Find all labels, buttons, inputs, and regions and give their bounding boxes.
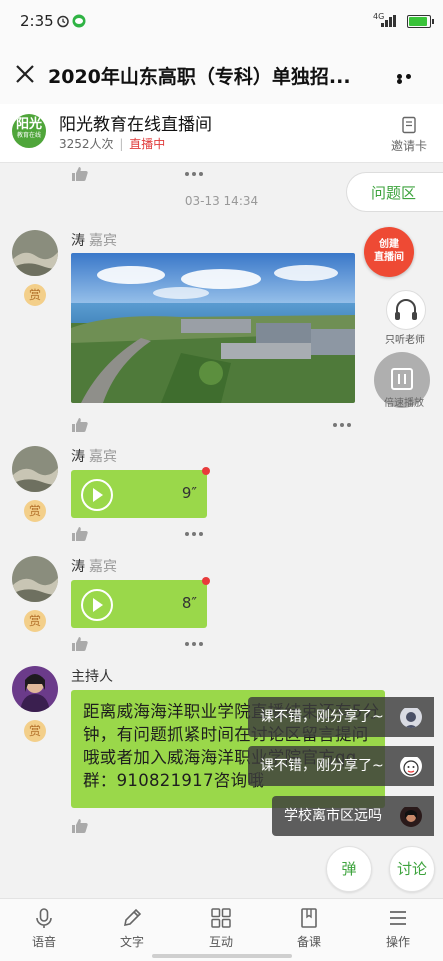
nav-label: 语音 [31, 935, 56, 949]
live-status: 直播中 [129, 137, 166, 151]
commenter-avatar [400, 706, 422, 728]
nav-label: 文字 [119, 935, 144, 949]
danmaku-comment[interactable]: 课不错，刚分享了~ [248, 746, 434, 786]
room-header: 阳光 教育在线 阳光教育在线直播间 3252人次 | 直播中 邀请卡 [0, 104, 443, 163]
sender-name: 涛嘉宾 [71, 556, 117, 576]
more-options-icon[interactable] [185, 172, 207, 176]
more-options-icon[interactable] [333, 423, 355, 427]
viewer-count: 3252人次 [59, 137, 114, 151]
reward-badge[interactable]: 赏 [24, 720, 46, 742]
play-icon[interactable] [81, 479, 113, 511]
nav-label: 备课 [296, 935, 321, 949]
listen-teacher-button[interactable] [386, 290, 426, 330]
like-icon[interactable] [71, 636, 89, 652]
nav-label: 互动 [208, 935, 233, 949]
alarm-icon [57, 15, 69, 28]
pencil-icon [123, 908, 142, 927]
commenter-avatar [400, 755, 422, 777]
host-avatar[interactable] [12, 666, 58, 712]
commenter-avatar [400, 805, 422, 827]
menu-icon [390, 911, 406, 925]
message-image[interactable] [71, 253, 355, 403]
like-icon[interactable] [71, 417, 89, 433]
guest-avatar-image [12, 446, 58, 492]
invite-card-label: 邀请卡 [390, 139, 427, 153]
reward-badge[interactable]: 赏 [24, 610, 46, 632]
speed-play-label: 倍速播放 [384, 398, 424, 409]
status-time: 2:35 [20, 12, 54, 30]
room-name[interactable]: 阳光教育在线直播间 [59, 110, 212, 135]
more-options-icon[interactable] [397, 74, 421, 84]
sender-role: 嘉宾 [89, 559, 117, 575]
danmaku-text: 课不错，刚分享了~ [260, 709, 384, 725]
voice-message[interactable]: 8″ [71, 577, 210, 628]
stats-separator: | [119, 137, 124, 151]
host-avatar-image [12, 666, 58, 712]
create-room-button[interactable]: 创建 直播间 [364, 227, 414, 277]
nav-item-voice[interactable]: 语音 [14, 907, 74, 950]
unread-dot [202, 577, 210, 585]
unread-dot [202, 467, 210, 475]
create-room-label-1: 创建 [379, 239, 399, 250]
reward-badge[interactable]: 赏 [24, 284, 46, 306]
more-options-icon[interactable] [185, 532, 207, 536]
room-stats: 3252人次 | 直播中 [59, 135, 165, 152]
sender-name: 涛嘉宾 [71, 446, 117, 466]
room-logo-text: 阳光 [15, 117, 42, 132]
danmaku-toggle-button[interactable]: 弹 [326, 846, 372, 892]
danmaku-text: 学校离市区远吗 [284, 808, 382, 824]
discussion-button[interactable]: 讨论 [389, 846, 435, 892]
like-icon[interactable] [71, 818, 89, 834]
qa-area-tab[interactable]: 问题区 [346, 172, 443, 212]
sender-nickname: 涛 [71, 449, 85, 465]
voice-duration: 8″ [181, 594, 197, 612]
nav-label: 操作 [385, 935, 410, 949]
title-bar: 2020年山东高职（专科）单独招... [0, 44, 443, 104]
book-icon [301, 908, 317, 928]
danmaku-comment[interactable]: 课不错，刚分享了~ [248, 697, 434, 737]
avatar[interactable] [12, 556, 58, 602]
invite-card-icon [402, 116, 416, 134]
avatar[interactable] [12, 446, 58, 492]
like-icon[interactable] [71, 526, 89, 542]
battery-icon [407, 15, 434, 28]
sender-nickname: 涛 [71, 559, 85, 575]
grid-icon [211, 908, 231, 928]
sender-nickname: 涛 [71, 233, 85, 249]
create-room-label-2: 直播间 [374, 252, 404, 263]
room-logo[interactable]: 阳光 教育在线 [12, 114, 46, 148]
nav-item-prepare[interactable]: 备课 [279, 907, 339, 950]
voice-duration: 9″ [181, 484, 197, 502]
sender-role: 嘉宾 [89, 449, 117, 465]
guest-avatar-image [12, 230, 58, 276]
sender-role: 嘉宾 [89, 233, 117, 249]
invite-card-button[interactable]: 邀请卡 [387, 112, 431, 154]
home-indicator [152, 954, 292, 958]
mic-icon [36, 908, 52, 928]
signal-icon [381, 15, 396, 27]
like-icon[interactable] [71, 166, 89, 182]
avatar[interactable] [12, 230, 58, 276]
danmaku-comment[interactable]: 学校离市区远吗 [272, 796, 434, 836]
wechat-icon [72, 14, 86, 28]
close-icon[interactable] [15, 64, 35, 84]
listen-teacher-label: 只听老师 [385, 335, 425, 346]
page-title: 2020年山东高职（专科）单独招... [48, 66, 351, 88]
room-logo-subtext: 教育在线 [16, 132, 41, 139]
nav-item-interact[interactable]: 互动 [191, 907, 251, 950]
danmaku-text: 课不错，刚分享了~ [260, 758, 384, 774]
reward-badge[interactable]: 赏 [24, 500, 46, 522]
more-options-icon[interactable] [185, 642, 207, 646]
headphones-icon [395, 299, 417, 320]
play-icon[interactable] [81, 589, 113, 621]
bottom-nav: 语音 文字 互动 备课 操作 [0, 898, 443, 961]
nav-item-operation[interactable]: 操作 [368, 907, 428, 950]
sender-name: 涛嘉宾 [71, 230, 117, 250]
campus-aerial-photo [71, 253, 355, 403]
nav-item-text[interactable]: 文字 [102, 907, 162, 950]
voice-message[interactable]: 9″ [71, 467, 210, 518]
guest-avatar-image [12, 556, 58, 602]
status-bar: 2:35 4G [0, 0, 443, 44]
host-name: 主持人 [71, 669, 113, 685]
